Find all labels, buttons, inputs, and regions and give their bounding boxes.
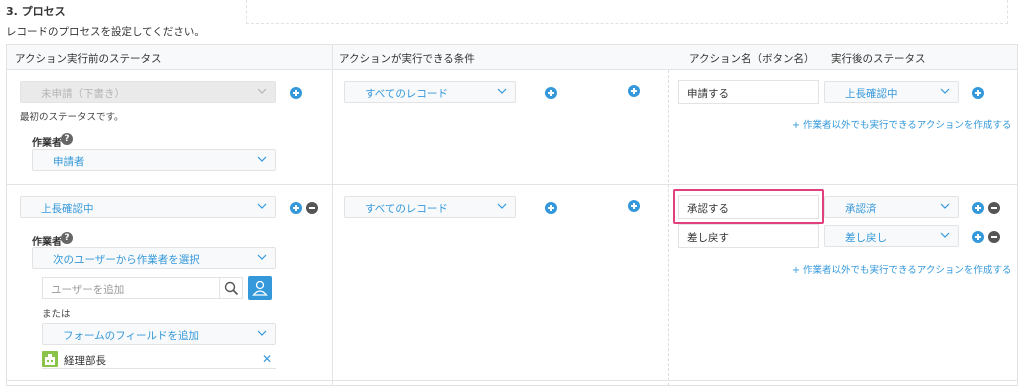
organization-icon — [42, 351, 58, 367]
chevron-down-icon — [257, 254, 267, 260]
user-icon — [252, 280, 268, 296]
remove-status-icon[interactable] — [306, 202, 318, 214]
status-select[interactable]: 上長確認中 — [20, 196, 276, 218]
first-status-note: 最初のステータスです。 — [20, 112, 124, 123]
chevron-down-icon — [497, 88, 507, 94]
status-select-value: 上長確認中 — [41, 203, 94, 215]
action-name-input[interactable]: 承認する — [678, 195, 819, 219]
chevron-down-icon — [940, 88, 950, 94]
add-action-row-icon[interactable] — [972, 87, 984, 99]
create-action-link-label: 作業者以外でも実行できるアクションを作成する — [803, 120, 1012, 131]
next-status-select[interactable]: 上長確認中 — [824, 81, 959, 103]
user-search-placeholder: ユーザーを追加 — [51, 284, 125, 296]
next-status-value: 承認済 — [845, 203, 877, 215]
field-select-value: フォームのフィールドを追加 — [63, 330, 199, 342]
condition-select-value: すべてのレコード — [365, 88, 448, 100]
action-name-value: 承認する — [687, 203, 729, 215]
add-action-icon[interactable] — [628, 85, 640, 97]
chevron-down-icon — [257, 88, 267, 94]
chevron-down-icon — [940, 203, 950, 209]
or-label: または — [42, 309, 71, 320]
chevron-down-icon — [940, 232, 950, 238]
add-condition-icon[interactable] — [545, 202, 557, 214]
status-select-value: 未申請（下書き） — [41, 88, 125, 100]
entry-underline — [42, 368, 276, 369]
condition-select[interactable]: すべてのレコード — [344, 81, 516, 103]
assignee-entry: 経理部長 — [64, 355, 106, 367]
create-action-link[interactable]: + 作業者以外でも実行できるアクションを作成する — [792, 262, 1011, 276]
chevron-down-icon — [497, 203, 507, 209]
create-action-link-label: 作業者以外でも実行できるアクションを作成する — [803, 265, 1012, 276]
plus-icon: + — [792, 120, 800, 131]
plus-icon: + — [792, 265, 800, 276]
condition-select-value: すべてのレコード — [365, 203, 448, 215]
action-name-input[interactable]: 申請する — [678, 80, 819, 104]
next-status-select[interactable]: 承認済 — [824, 196, 959, 218]
search-icon — [224, 281, 239, 296]
action-name-value: 差し戻す — [687, 232, 729, 244]
chevron-down-icon — [257, 330, 267, 336]
assignee-label: 作業者 — [32, 237, 62, 248]
row-divider — [6, 184, 1018, 185]
chevron-down-icon — [257, 156, 267, 162]
status-select: 未申請（下書き） — [20, 81, 276, 103]
action-name-value: 申請する — [687, 88, 729, 100]
next-status-value: 上長確認中 — [845, 88, 898, 100]
help-icon[interactable]: ? — [61, 133, 73, 145]
add-action-row-icon[interactable] — [972, 202, 984, 214]
user-search-input[interactable]: ユーザーを追加 — [42, 277, 220, 299]
assignee-mode-value: 次のユーザーから作業者を選択 — [53, 254, 200, 266]
section-description: レコードのプロセスを設定してください。 — [6, 26, 205, 38]
remove-action-row-icon[interactable] — [988, 231, 1000, 243]
divider-dashed — [668, 70, 669, 386]
col-action-name: アクション名（ボタン名） — [689, 53, 815, 65]
add-status-icon[interactable] — [290, 202, 302, 214]
add-condition-icon[interactable] — [545, 87, 557, 99]
condition-select[interactable]: すべてのレコード — [344, 196, 516, 218]
remove-entry-icon[interactable]: ✕ — [262, 352, 272, 366]
create-action-link[interactable]: + 作業者以外でも実行できるアクションを作成する — [792, 117, 1011, 131]
chevron-down-icon — [257, 203, 267, 209]
next-status-value: 差し戻し — [845, 232, 887, 244]
field-select[interactable]: フォームのフィールドを追加 — [42, 323, 276, 345]
table-header: アクション実行前のステータス アクションが実行できる条件 アクション名（ボタン名… — [6, 44, 1018, 70]
row-divider — [6, 380, 1018, 381]
assignee-mode-select[interactable]: 次のユーザーから作業者を選択 — [32, 247, 276, 269]
add-action-row-icon[interactable] — [972, 231, 984, 243]
add-action-icon[interactable] — [628, 200, 640, 212]
search-button[interactable] — [219, 277, 243, 299]
assignee-select-value: 申請者 — [53, 156, 85, 168]
remove-action-row-icon[interactable] — [988, 202, 1000, 214]
col-status-before: アクション実行前のステータス — [15, 53, 162, 65]
action-name-input[interactable]: 差し戻す — [678, 224, 819, 248]
col-status-after: 実行後のステータス — [831, 53, 926, 65]
dashed-frame — [246, 0, 1008, 24]
add-status-icon[interactable] — [290, 87, 302, 99]
col-condition: アクションが実行できる条件 — [339, 53, 475, 65]
assignee-label: 作業者 — [32, 138, 62, 149]
next-status-select[interactable]: 差し戻し — [824, 225, 959, 247]
user-select-button[interactable] — [248, 276, 272, 300]
section-title: 3. プロセス — [6, 5, 66, 18]
divider — [332, 44, 333, 386]
help-icon[interactable]: ? — [61, 232, 73, 244]
assignee-select[interactable]: 申請者 — [32, 149, 276, 171]
